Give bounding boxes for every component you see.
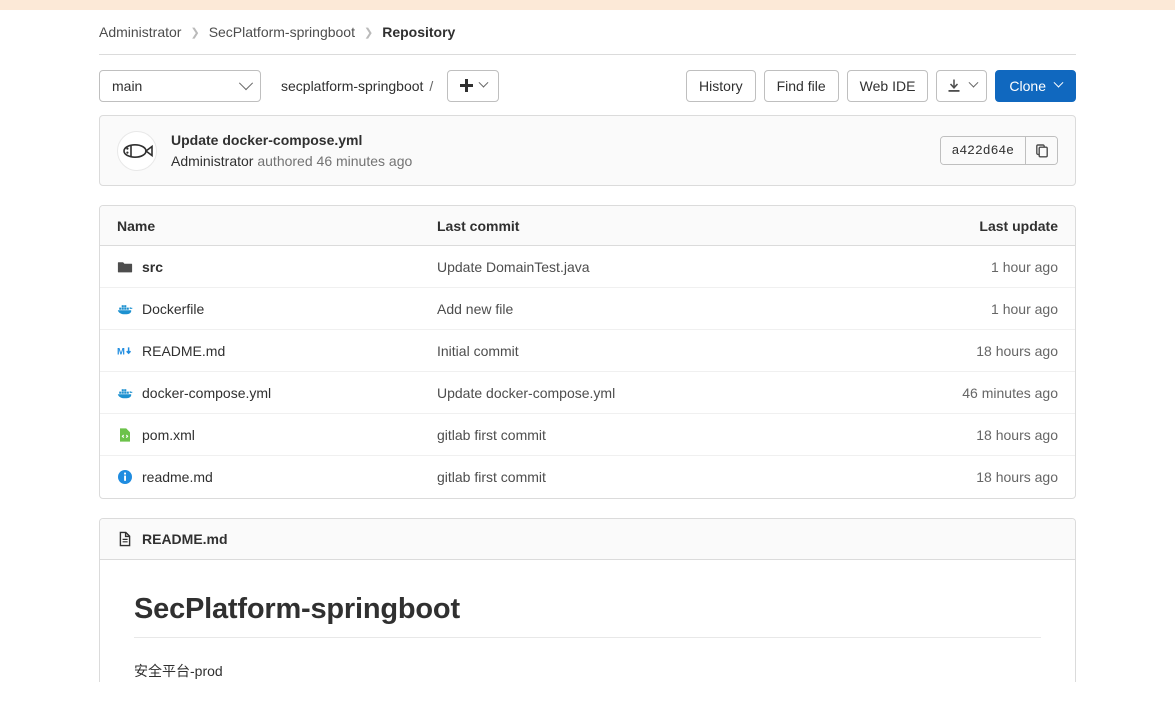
- copy-sha-button[interactable]: [1025, 137, 1057, 164]
- breadcrumb-item-administrator[interactable]: Administrator: [99, 24, 181, 40]
- toolbar-actions: History Find file Web IDE Clone: [686, 69, 1076, 102]
- chevron-down-icon: [478, 77, 489, 88]
- row-last-update: 18 hours ago: [976, 469, 1058, 485]
- commit-author-line: Administrator authored 46 minutes ago: [171, 151, 412, 171]
- row-commit-message[interactable]: gitlab first commit: [437, 427, 858, 443]
- markdown-icon: M: [117, 346, 132, 357]
- file-link[interactable]: src: [117, 259, 437, 275]
- chevron-down-icon: [968, 77, 979, 88]
- readme-panel: README.md SecPlatform-springboot 安全平台-pr…: [99, 518, 1076, 682]
- last-commit-panel: Update docker-compose.yml Administrator …: [99, 115, 1076, 186]
- fish-identicon-icon: [123, 143, 153, 158]
- repository-toolbar: main secplatform-springboot / History Fin…: [99, 56, 1076, 115]
- row-commit-message[interactable]: Add new file: [437, 301, 858, 317]
- xml-icon: [120, 427, 130, 442]
- column-header-last-update: Last update: [979, 217, 1058, 234]
- commit-sha[interactable]: a422d64e: [940, 137, 1025, 164]
- find-file-button[interactable]: Find file: [763, 69, 839, 102]
- file-link[interactable]: pom.xml: [117, 427, 437, 443]
- branch-selector[interactable]: main: [99, 69, 261, 102]
- info-icon: [118, 470, 132, 484]
- row-last-update: 1 hour ago: [991, 300, 1058, 317]
- file-name-label: README.md: [142, 342, 226, 359]
- readme-paragraph: 安全平台-prod: [134, 663, 223, 679]
- repository-page: Administrator ❯ SecPlatform-springboot ❯…: [0, 10, 1175, 682]
- folder-icon: [117, 261, 133, 272]
- repository-path: secplatform-springboot /: [281, 78, 439, 94]
- file-name-label: Dockerfile: [142, 300, 205, 317]
- table-row[interactable]: src Update DomainTest.java 1 hour ago: [100, 246, 1075, 288]
- row-commit-message[interactable]: Initial commit: [437, 343, 858, 359]
- commit-title[interactable]: Update docker-compose.yml: [171, 130, 412, 150]
- top-notification-banner: [0, 0, 1175, 10]
- column-header-last-commit: Last commit: [437, 217, 520, 234]
- path-separator: /: [429, 77, 434, 94]
- readme-filename[interactable]: README.md: [142, 531, 228, 547]
- add-to-tree-button[interactable]: [447, 69, 500, 102]
- avatar: [117, 130, 157, 171]
- file-link[interactable]: Dockerfile: [117, 301, 437, 317]
- commit-author[interactable]: Administrator: [171, 153, 253, 169]
- breadcrumb: Administrator ❯ SecPlatform-springboot ❯…: [99, 10, 1076, 55]
- commit-sha-group: a422d64e: [939, 136, 1058, 165]
- file-link[interactable]: M README.md: [117, 343, 437, 359]
- row-commit-message[interactable]: Update docker-compose.yml: [437, 385, 858, 401]
- commit-meta: Update docker-compose.yml Administrator …: [171, 130, 412, 171]
- row-commit-message[interactable]: Update DomainTest.java: [437, 259, 858, 275]
- document-icon: [119, 531, 131, 547]
- breadcrumb-separator-icon: ❯: [190, 26, 200, 39]
- web-ide-button[interactable]: Web IDE: [846, 69, 929, 102]
- docker-icon: [117, 388, 133, 398]
- readme-content: SecPlatform-springboot 安全平台-prod: [100, 560, 1075, 682]
- row-last-update: 18 hours ago: [976, 426, 1058, 443]
- column-header-name: Name: [117, 217, 156, 234]
- chevron-down-icon: [238, 75, 254, 90]
- file-name-label: docker-compose.yml: [142, 384, 272, 401]
- docker-icon: [117, 304, 133, 314]
- clone-button[interactable]: Clone: [995, 69, 1076, 102]
- clone-button-label: Clone: [1009, 77, 1046, 94]
- breadcrumb-item-repository: Repository: [382, 24, 456, 40]
- copy-icon: [1035, 143, 1048, 158]
- row-commit-message[interactable]: gitlab first commit: [437, 469, 858, 485]
- readme-header: README.md: [100, 519, 1075, 560]
- file-table-header: Name Last commit Last update: [100, 206, 1075, 246]
- svg-text:M: M: [117, 346, 125, 357]
- file-name-label: readme.md: [142, 469, 213, 485]
- file-link[interactable]: docker-compose.yml: [117, 385, 437, 401]
- table-row[interactable]: docker-compose.yml Update docker-compose…: [100, 372, 1075, 414]
- plus-icon: [459, 79, 473, 92]
- file-name-label: src: [142, 258, 164, 275]
- branch-selector-label: main: [112, 77, 143, 94]
- download-icon: [948, 79, 960, 92]
- table-row[interactable]: Dockerfile Add new file 1 hour ago: [100, 288, 1075, 330]
- file-tree-table: Name Last commit Last update src Update …: [99, 205, 1076, 499]
- row-last-update: 1 hour ago: [991, 258, 1058, 275]
- chevron-down-icon: [1053, 77, 1064, 88]
- table-row[interactable]: pom.xml gitlab first commit 18 hours ago: [100, 414, 1075, 456]
- repository-path-name: secplatform-springboot: [281, 77, 424, 94]
- commit-time: 46 minutes ago: [316, 153, 413, 169]
- readme-heading: SecPlatform-springboot: [134, 593, 1041, 638]
- row-last-update: 18 hours ago: [976, 342, 1058, 359]
- row-last-update: 46 minutes ago: [962, 384, 1058, 401]
- table-row[interactable]: M README.md Initial commit 18 hours ago: [100, 330, 1075, 372]
- commit-authored-text: authored: [257, 153, 313, 169]
- file-link[interactable]: readme.md: [117, 469, 437, 485]
- history-button[interactable]: History: [686, 69, 756, 102]
- breadcrumb-separator-icon: ❯: [363, 26, 374, 39]
- download-button[interactable]: [936, 69, 988, 102]
- breadcrumb-item-project[interactable]: SecPlatform-springboot: [209, 24, 355, 40]
- table-row[interactable]: readme.md gitlab first commit 18 hours a…: [100, 456, 1075, 498]
- file-name-label: pom.xml: [142, 426, 195, 443]
